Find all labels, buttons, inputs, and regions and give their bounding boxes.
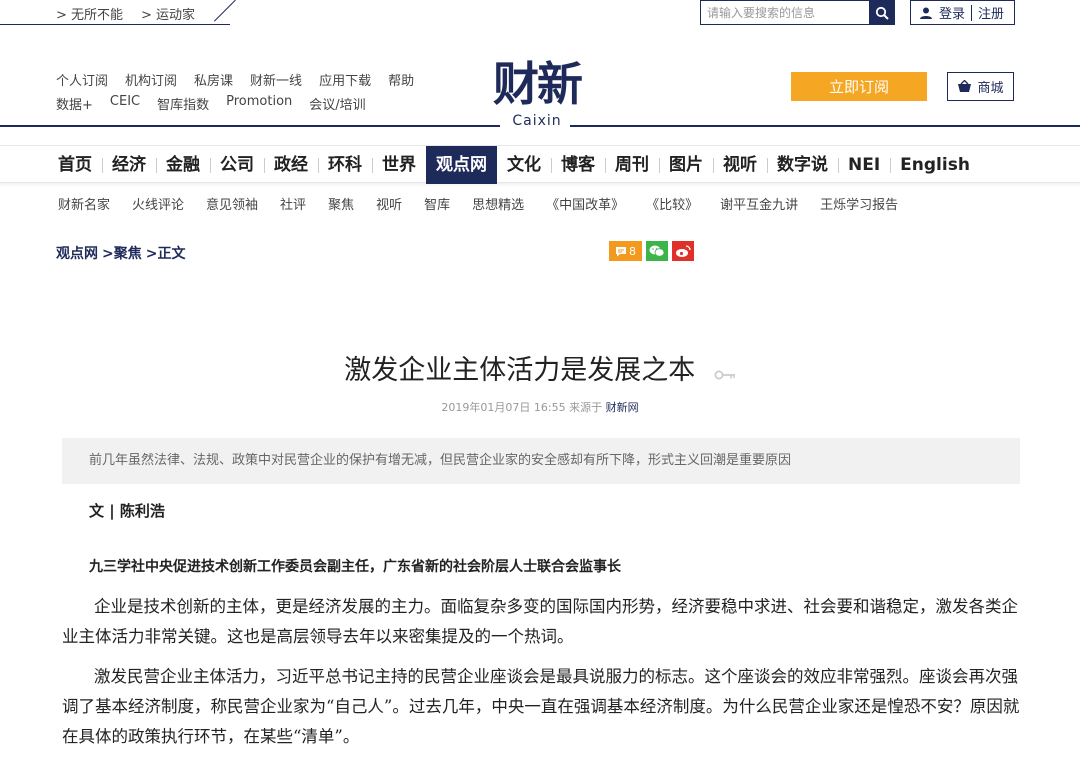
search-input[interactable]: [701, 1, 869, 24]
header-link[interactable]: 智库指数: [157, 94, 209, 113]
article-title-text: 激发企业主体活力是发展之本: [344, 355, 696, 386]
header-link[interactable]: 会议/培训: [309, 94, 365, 113]
breadcrumb-item[interactable]: 观点网: [56, 243, 98, 263]
top-link-yundongjia[interactable]: > 运动家: [141, 4, 195, 23]
article-meta: 2019年01月07日 16:55 来源于 财新网: [0, 399, 1080, 415]
login-link[interactable]: 登录: [939, 3, 965, 22]
header-link[interactable]: 机构订阅: [125, 70, 177, 89]
subscribe-button[interactable]: 立即订阅: [791, 72, 927, 101]
article-date: 2019年01月07日 16:55: [441, 401, 566, 414]
main-nav-item[interactable]: 政经: [264, 146, 318, 184]
section-nav-item[interactable]: 智库: [424, 194, 450, 213]
main-nav-item[interactable]: 观点网: [426, 146, 497, 184]
article-summary: 前几年虽然法律、法规、政策中对民营企业的保护有增无减，但民营企业家的安全感却有所…: [62, 438, 1020, 484]
main-nav-item[interactable]: 金融: [156, 146, 210, 184]
header-divider: [0, 125, 1080, 127]
section-nav-item[interactable]: 思想精选: [472, 194, 524, 213]
breadcrumb-item: >正文: [145, 246, 186, 262]
main-nav-item[interactable]: 博客: [551, 146, 605, 184]
main-nav-item[interactable]: English: [890, 146, 980, 184]
section-nav-item[interactable]: 聚焦: [328, 194, 354, 213]
comment-button[interactable]: 8: [609, 241, 642, 261]
section-nav-item[interactable]: 社评: [280, 194, 306, 213]
shop-label: 商城: [977, 81, 1004, 96]
user-icon: [920, 7, 932, 19]
section-nav-item[interactable]: 火线评论: [132, 194, 184, 213]
section-nav-item[interactable]: 《中国改革》: [546, 194, 624, 213]
register-link[interactable]: 注册: [978, 3, 1004, 22]
main-nav-item[interactable]: 视听: [713, 146, 767, 184]
header-link[interactable]: Promotion: [226, 94, 292, 113]
header-links-row1: 个人订阅 机构订阅 私房课 财新一线 应用下载 帮助: [56, 70, 414, 89]
wechat-icon: [649, 245, 665, 257]
section-nav-item[interactable]: 《比较》: [646, 194, 698, 213]
weibo-share-button[interactable]: [672, 241, 694, 261]
header-link[interactable]: 个人订阅: [56, 70, 108, 89]
key-icon: [714, 356, 736, 387]
main-nav-item[interactable]: 首页: [48, 146, 102, 184]
header-links-row2: 数据+ CEIC 智库指数 Promotion 会议/培训: [56, 94, 366, 113]
comment-icon: [616, 246, 626, 256]
header-link[interactable]: CEIC: [110, 94, 140, 113]
main-nav-item[interactable]: NEI: [838, 146, 890, 184]
wechat-share-button[interactable]: [646, 241, 668, 261]
search-button[interactable]: [869, 1, 894, 24]
main-nav-item[interactable]: 环科: [318, 146, 372, 184]
section-nav: 财新名家 火线评论 意见领袖 社评 聚焦 视听 智库 思想精选 《中国改革》 《比较》 谢平互金九讲…: [58, 194, 920, 213]
search-icon: [875, 6, 889, 20]
weibo-icon: [676, 245, 691, 257]
header-link[interactable]: 财新一线: [250, 70, 302, 89]
header-link[interactable]: 私房课: [194, 70, 233, 89]
main-nav-item[interactable]: 数字说: [767, 146, 838, 184]
header-link[interactable]: 帮助: [388, 70, 414, 89]
search-box: [700, 0, 895, 25]
header-link[interactable]: 数据+: [56, 94, 93, 113]
main-nav-item[interactable]: 文化: [497, 146, 551, 184]
article-title: 激发企业主体活力是发展之本: [0, 348, 1080, 387]
section-nav-item[interactable]: 意见领袖: [206, 194, 258, 213]
top-link-wusuobuneng[interactable]: > 无所不能: [56, 4, 123, 23]
article-source[interactable]: 财新网: [606, 401, 639, 414]
top-links: > 无所不能 > 运动家: [56, 4, 195, 23]
main-nav-item[interactable]: 图片: [659, 146, 713, 184]
comment-count: 8: [629, 244, 636, 258]
section-nav-item[interactable]: 谢平互金九讲: [720, 194, 798, 213]
breadcrumb: 观点网 >聚焦 >正文: [56, 243, 185, 263]
article-author: 文 | 陈利浩: [89, 502, 165, 520]
header-link[interactable]: 应用下载: [319, 70, 371, 89]
main-nav-item[interactable]: 周刊: [605, 146, 659, 184]
breadcrumb-item[interactable]: >聚焦: [102, 243, 142, 263]
login-register-box: 登录 注册: [910, 0, 1015, 25]
share-bar: 8: [609, 241, 694, 261]
section-nav-item[interactable]: 视听: [376, 194, 402, 213]
article-paragraph: 企业是技术创新的主体，更是经济发展的主力。面临复杂多变的国际国内形势，经济要稳中…: [62, 597, 1018, 646]
logo-chinese: 财新: [493, 57, 583, 111]
author-title: 九三学社中央促进技术创新工作委员会副主任，广东省新的社会阶层人士联合会监事长: [89, 559, 621, 575]
section-nav-item[interactable]: 王烁学习报告: [820, 194, 898, 213]
main-nav: 首页 经济 金融 公司 政经 环科 世界 观点网 文化 博客 周刊 图片 视听 数字说 NEI English: [0, 145, 1080, 184]
main-nav-item[interactable]: 世界: [372, 146, 426, 184]
shopping-basket-icon: [958, 80, 972, 92]
divider: [971, 4, 973, 21]
article-paragraph: 激发民营企业主体活力，习近平总书记主持的民营企业座谈会是最具说服力的标志。这个座…: [62, 667, 1020, 746]
shop-button[interactable]: 商城: [947, 72, 1014, 101]
source-prefix: 来源于: [569, 401, 603, 414]
section-nav-item[interactable]: 财新名家: [58, 194, 110, 213]
main-nav-item[interactable]: 公司: [210, 146, 264, 184]
main-nav-item[interactable]: 经济: [102, 146, 156, 184]
caixin-logo[interactable]: 财新 Caixin: [482, 56, 592, 134]
logo-english: Caixin: [512, 113, 562, 129]
